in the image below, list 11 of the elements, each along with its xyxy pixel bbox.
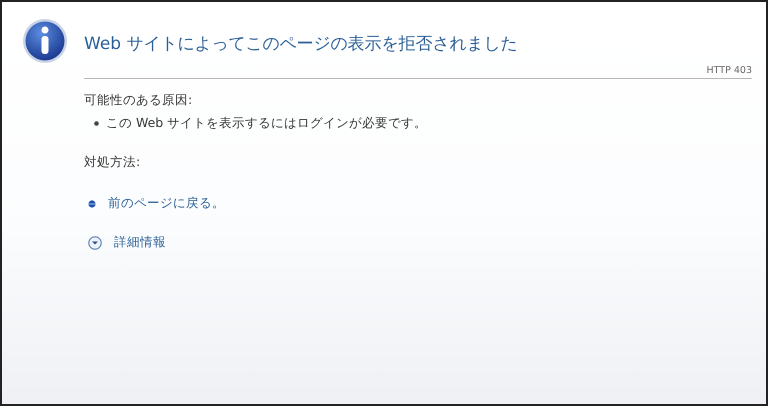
section-heading: 可能性のある原因: [84,92,194,109]
bullet-icon [94,121,99,126]
page-title: Web サイトによってこのページの表示を拒否されました [84,33,518,56]
cause-item: この Web サイトを表示するにはログインが必要です。 [106,115,428,132]
expand-icon[interactable] [88,236,102,250]
bullet-icon [88,200,96,208]
status-code: HTTP 403 [706,65,752,76]
info-icon [22,18,68,64]
back-link[interactable]: 前のページに戻る。 [108,195,225,212]
details-link[interactable]: 詳細情報 [114,234,166,251]
section-heading: 対処方法: [84,154,142,171]
